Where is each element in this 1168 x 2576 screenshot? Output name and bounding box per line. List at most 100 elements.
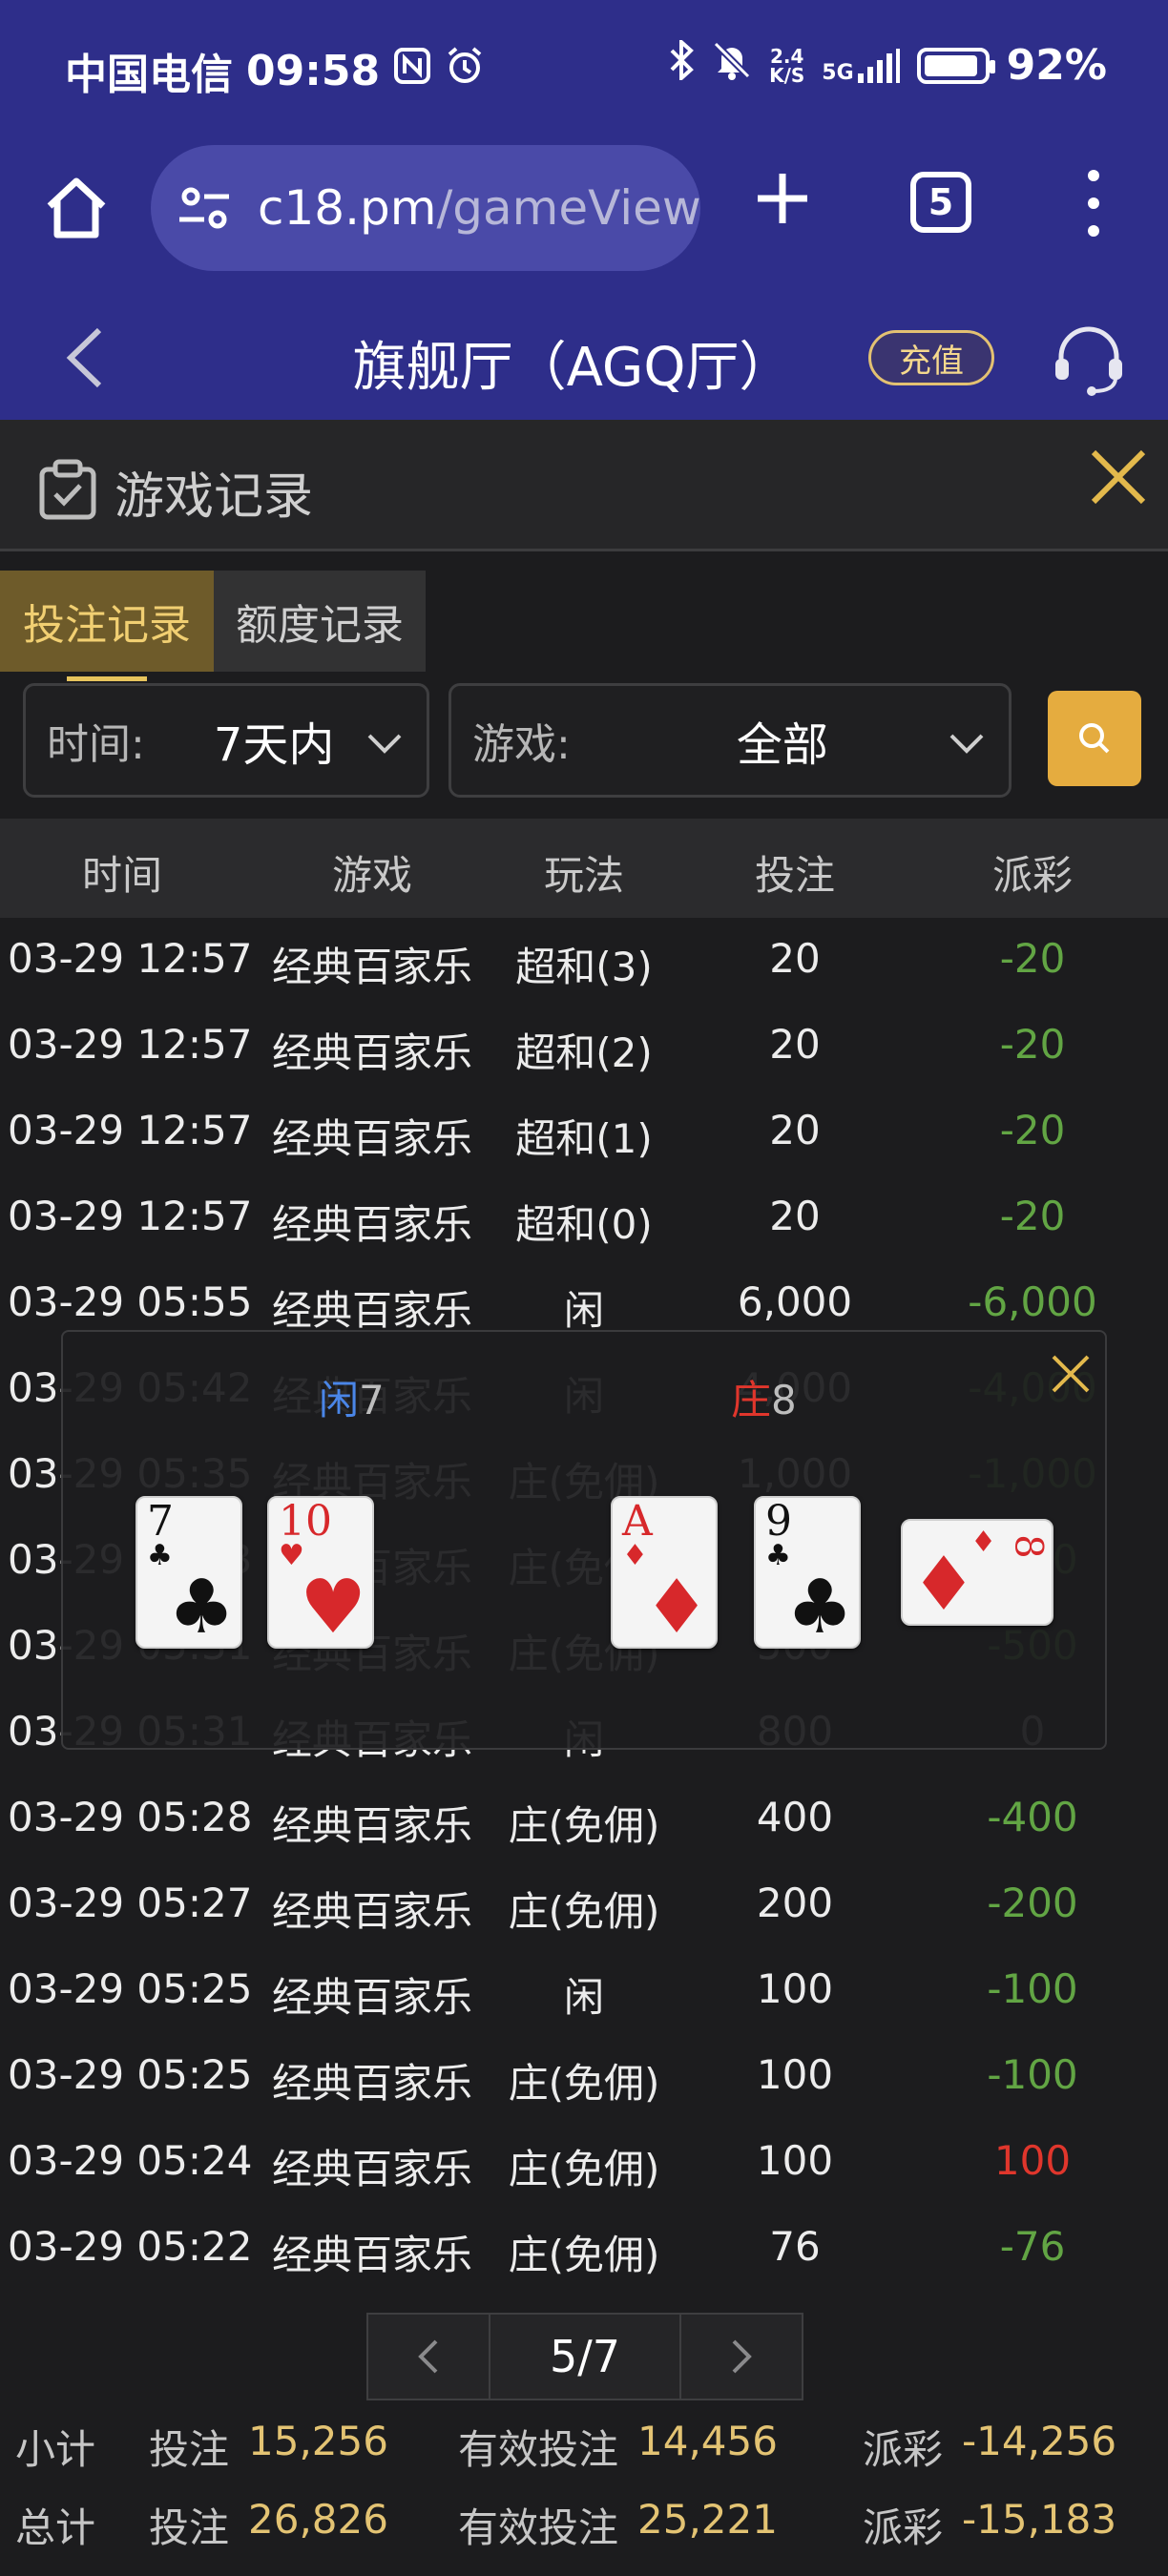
browser-toolbar: c18.pm/gameView? 5 <box>0 134 1168 296</box>
card-suit-large: ♦ <box>910 1542 977 1628</box>
header-play: 玩法 <box>543 852 625 899</box>
row-game: 经典百家乐 <box>271 1974 473 2021</box>
tab-switcher-button[interactable]: 5 <box>910 172 971 233</box>
site-settings-icon[interactable] <box>177 181 231 235</box>
game-filter-value: 全部 <box>736 718 828 772</box>
row-bet: 400 <box>756 1794 834 1840</box>
row-payout: -100 <box>987 2051 1078 2098</box>
subtotal-payout-label: 派彩 <box>863 2426 944 2473</box>
game-filter-label: 游戏: <box>472 720 571 769</box>
address-bar[interactable]: c18.pm/gameView? <box>151 145 700 271</box>
row-time: 03-29 05:25 <box>8 1965 253 2012</box>
status-bar: 中国电信 09:58 2.4 K/S 5G 92% <box>0 0 1168 134</box>
row-payout: -20 <box>999 1021 1066 1068</box>
row-play: 超和(1) <box>515 1115 653 1162</box>
banker-card: 9 ♣ ♣ <box>754 1496 861 1649</box>
row-game: 经典百家乐 <box>271 1287 473 1334</box>
total-bet-value: 26,826 <box>248 2496 388 2543</box>
player-card: 10 ♥ ♥ <box>267 1496 374 1649</box>
row-bet: 6,000 <box>737 1278 853 1325</box>
banker-card: A ♦ ♦ <box>611 1496 718 1649</box>
card-rank: 8 <box>1006 1534 1051 1559</box>
row-payout: -76 <box>999 2223 1066 2270</box>
card-suit-large: ♦ <box>643 1565 710 1651</box>
row-play: 超和(0) <box>515 1201 653 1248</box>
round-result-popup: 闲7 庄8 7 ♣ ♣ 10 ♥ ♥ A ♦ ♦ 9 ♣ ♣ 8 ♦ ♦ <box>61 1330 1107 1750</box>
close-popup-icon[interactable] <box>1048 1351 1094 1397</box>
bluetooth-icon <box>668 37 695 91</box>
row-bet: 20 <box>769 1193 821 1239</box>
total-payout-value: -15,183 <box>962 2496 1117 2543</box>
header-game: 游戏 <box>331 852 413 899</box>
total-valid-value: 25,221 <box>637 2496 778 2543</box>
card-rank: 9 <box>765 1497 792 1546</box>
chevron-down-icon <box>367 734 402 754</box>
alarm-icon <box>445 46 485 95</box>
close-panel-icon[interactable] <box>1088 447 1149 508</box>
table-row[interactable]: 03-29 12:57 经典百家乐 超和(0) 20 -20 <box>0 1175 1168 1261</box>
header-bet: 投注 <box>754 852 836 899</box>
row-payout: -20 <box>999 1107 1066 1153</box>
row-bet: 100 <box>756 2051 834 2098</box>
row-bet: 76 <box>769 2223 821 2270</box>
subtotal-valid-value: 14,456 <box>637 2418 778 2464</box>
row-time: 03-29 05:25 <box>8 2051 253 2098</box>
card-rank: 7 <box>147 1497 174 1546</box>
row-game: 经典百家乐 <box>271 2060 473 2107</box>
table-row[interactable]: 03-29 12:57 经典百家乐 超和(1) 20 -20 <box>0 1090 1168 1175</box>
table-row[interactable]: 03-29 05:22 经典百家乐 庄(免佣) 76 -76 <box>0 2206 1168 2292</box>
chevron-down-icon <box>949 734 984 754</box>
row-play: 庄(免佣) <box>508 1802 660 1849</box>
row-game: 经典百家乐 <box>271 1201 473 1248</box>
prev-page-button[interactable] <box>366 2313 490 2400</box>
subtotal-payout-value: -14,256 <box>962 2418 1117 2464</box>
row-payout: -20 <box>999 1193 1066 1239</box>
row-play: 闲 <box>563 1974 605 2021</box>
url-host: c18.pm <box>258 180 437 236</box>
mute-bell-icon <box>712 40 752 91</box>
url-path: /gameView? <box>436 180 700 236</box>
player-score-label: 闲7 <box>319 1377 385 1423</box>
customer-service-icon[interactable] <box>1048 319 1130 401</box>
home-button[interactable] <box>42 174 111 242</box>
pagination: 5/7 <box>366 2313 803 2400</box>
search-button[interactable] <box>1048 691 1141 786</box>
row-game: 经典百家乐 <box>271 1029 473 1076</box>
row-payout: -400 <box>987 1794 1078 1840</box>
nfc-icon <box>393 47 431 94</box>
table-row[interactable]: 03-29 12:57 经典百家乐 超和(2) 20 -20 <box>0 1004 1168 1090</box>
next-page-button[interactable] <box>679 2313 803 2400</box>
time-filter-select[interactable]: 时间: 7天内 <box>23 683 429 798</box>
chevron-left-icon <box>418 2339 438 2374</box>
row-time: 03-29 05:24 <box>8 2137 253 2184</box>
row-play: 庄(免佣) <box>508 2232 660 2278</box>
row-bet: 20 <box>769 1107 821 1153</box>
total-row: 总计 投注 26,826 有效投注 25,221 派彩 -15,183 <box>0 2483 1168 2559</box>
table-row[interactable]: 03-29 12:57 经典百家乐 超和(3) 20 -20 <box>0 918 1168 1004</box>
recharge-button[interactable]: 充值 <box>868 330 994 385</box>
net-speed: 2.4 K/S <box>769 44 805 87</box>
tab-bet-records[interactable]: 投注记录 <box>0 571 214 681</box>
table-row[interactable]: 03-29 05:25 经典百家乐 庄(免佣) 100 -100 <box>0 2034 1168 2120</box>
table-row[interactable]: 03-29 05:25 经典百家乐 闲 100 -100 <box>0 1948 1168 2034</box>
table-row[interactable]: 03-29 05:24 经典百家乐 庄(免佣) 100 100 <box>0 2120 1168 2206</box>
row-play: 庄(免佣) <box>508 2146 660 2192</box>
tab-credit-records[interactable]: 额度记录 <box>214 571 426 672</box>
table-row[interactable]: 03-29 05:27 经典百家乐 庄(免佣) 200 -200 <box>0 1862 1168 1948</box>
new-tab-button[interactable] <box>754 170 811 227</box>
clipboard-check-icon <box>36 458 99 521</box>
row-game: 经典百家乐 <box>271 944 473 990</box>
subtotal-row: 小计 投注 15,256 有效投注 14,456 派彩 -14,256 <box>0 2404 1168 2481</box>
game-filter-select[interactable]: 游戏: 全部 <box>448 683 1012 798</box>
row-time: 03-29 05:27 <box>8 1880 253 1926</box>
row-payout: -6,000 <box>968 1278 1097 1325</box>
page-indicator: 5/7 <box>490 2313 679 2400</box>
card-suit-large: ♣ <box>168 1565 235 1651</box>
browser-menu-button[interactable] <box>1074 170 1113 237</box>
row-play: 超和(3) <box>515 944 653 990</box>
total-valid-label: 有效投注 <box>458 2504 619 2551</box>
table-header: 时间 游戏 玩法 投注 派彩 <box>0 819 1168 918</box>
row-play: 庄(免佣) <box>508 1888 660 1935</box>
card-suit-large: ♥ <box>300 1565 366 1651</box>
table-row[interactable]: 03-29 05:28 经典百家乐 庄(免佣) 400 -400 <box>0 1776 1168 1862</box>
